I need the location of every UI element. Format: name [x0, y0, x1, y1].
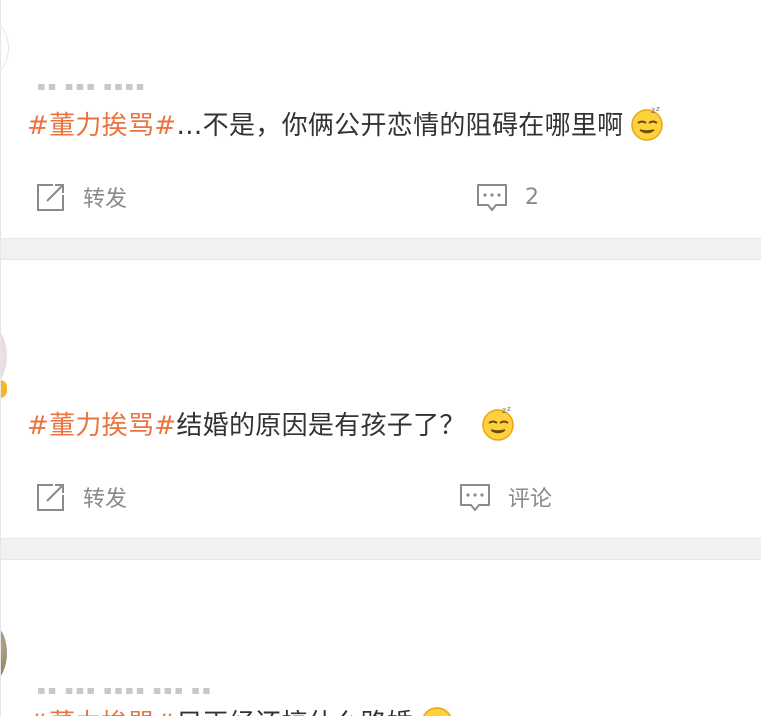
sleepy-face-icon: z z — [481, 405, 514, 441]
weibo-feed: ▪▪ ▪▪▪ ▪▪▪▪ #董力挨骂#…不是，你俩公开恋情的阻碍在哪里啊 z z … — [0, 0, 761, 716]
repost-button[interactable]: 转发 — [33, 180, 127, 214]
post-card[interactable]: #董力挨骂# 结婚的原因是有孩子了？ z z 转发 评论 — [1, 260, 761, 538]
repost-label: 转发 — [83, 187, 128, 212]
post-meta-clipped: ▪▪ ▪▪▪ ▪▪▪▪ ▪▪▪ ▪▪ — [37, 688, 213, 694]
share-square-arrow-icon — [37, 484, 64, 511]
post-card[interactable]: ▪▪ ▪▪▪ ▪▪▪▪ ▪▪▪ ▪▪ #董力挨骂#只正经还搞什么路婚 — [1, 560, 761, 716]
comment-count: 2 — [525, 184, 539, 210]
post-separator — [1, 538, 761, 560]
repost-button[interactable]: 转发 — [33, 480, 127, 514]
svg-text:z: z — [651, 106, 656, 115]
post-meta-clipped: ▪▪ ▪▪▪ ▪▪▪▪ — [37, 84, 147, 90]
topic-tag[interactable]: #董力挨骂# — [27, 105, 176, 142]
svg-text:z: z — [656, 105, 660, 113]
vip-badge-icon — [1, 380, 7, 398]
post-separator — [1, 238, 761, 260]
comment-label: 评论 — [508, 487, 553, 512]
post-text: #董力挨骂# …不是，你俩公开恋情的阻碍在哪里啊 z z — [27, 102, 665, 144]
comment-button[interactable]: 2 — [475, 180, 539, 214]
repost-label: 转发 — [83, 487, 128, 512]
share-square-arrow-icon — [37, 184, 64, 211]
svg-text:z: z — [507, 405, 511, 413]
speech-bubble-icon — [477, 184, 507, 211]
comment-button[interactable]: 评论 — [458, 480, 552, 514]
post-body: 只正经还搞什么路婚 — [176, 703, 413, 716]
post-body: …不是，你俩公开恋情的阻碍在哪里啊 — [176, 110, 624, 141]
post-body: 结婚的原因是有孩子了？ — [176, 410, 466, 441]
topic-tag[interactable]: #董力挨骂# — [27, 405, 176, 442]
sleepy-face-icon — [422, 707, 452, 716]
topic-tag[interactable]: #董力挨骂# — [27, 703, 176, 716]
user-avatar[interactable] — [1, 18, 9, 78]
post-text: #董力挨骂# 结婚的原因是有孩子了？ z z — [27, 402, 516, 444]
user-avatar[interactable] — [1, 618, 7, 688]
post-card[interactable]: ▪▪ ▪▪▪ ▪▪▪▪ #董力挨骂#…不是，你俩公开恋情的阻碍在哪里啊 z z … — [1, 0, 761, 238]
svg-text:z: z — [502, 406, 507, 415]
post-text: #董力挨骂#只正经还搞什么路婚 — [27, 700, 455, 716]
sleepy-face-icon: z z — [631, 105, 664, 141]
speech-bubble-icon — [460, 484, 490, 511]
